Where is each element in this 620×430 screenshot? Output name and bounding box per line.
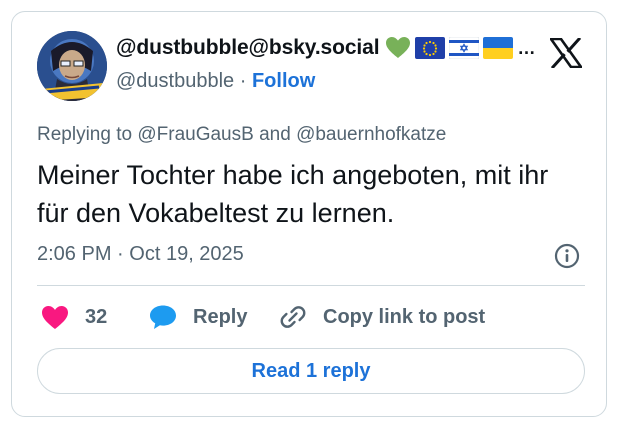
tweet-card: @dustbubble@bsky.social … @dustbubble · … (11, 11, 607, 417)
read-replies-button[interactable]: Read 1 reply (37, 348, 585, 394)
tweet-date: Oct 19, 2025 (129, 243, 244, 265)
copy-link-label: Copy link to post (323, 305, 486, 328)
reply-label: Reply (193, 305, 248, 328)
like-button[interactable]: 32 (41, 302, 107, 332)
avatar-image (37, 31, 107, 101)
green-heart-icon (385, 36, 411, 60)
tweet-timestamp[interactable]: 2:06 PM · Oct 19, 2025 (37, 243, 244, 266)
reply-button[interactable]: Reply (149, 302, 247, 332)
israel-flag-icon (449, 37, 480, 59)
timestamp-separator: · (117, 243, 124, 265)
author-name-line: @dustbubble@bsky.social … (116, 36, 535, 60)
divider (37, 285, 585, 286)
replying-to: Replying to @FrauGausB and @bauernhofkat… (37, 124, 446, 146)
like-count: 32 (85, 305, 108, 328)
info-icon[interactable] (554, 243, 580, 269)
replying-prefix: Replying to (37, 124, 133, 145)
handle-separator: · (239, 70, 247, 92)
eu-flag-icon (415, 37, 446, 59)
replying-joiner: and (259, 124, 291, 145)
follow-button[interactable]: Follow (252, 70, 315, 92)
link-icon (279, 303, 307, 331)
avatar[interactable] (37, 31, 107, 101)
mention-fraugausb[interactable]: @FrauGausB (137, 124, 253, 145)
copy-link-button[interactable]: Copy link to post (279, 302, 485, 332)
name-overflow-ellipsis: … (517, 37, 536, 58)
author-handle-line: @dustbubble · Follow (116, 70, 315, 93)
ukraine-flag-icon (483, 37, 514, 59)
author-handle[interactable]: @dustbubble (116, 70, 234, 92)
x-logo-icon[interactable] (549, 36, 583, 70)
tweet-time: 2:06 PM (37, 243, 112, 265)
mention-bauernhofkatze[interactable]: @bauernhofkatze (296, 124, 446, 145)
reply-bubble-icon (149, 304, 177, 330)
tweet-text: Meiner Tochter habe ich angeboten, mit i… (37, 160, 549, 228)
heart-icon (41, 305, 69, 330)
author-display-name[interactable]: @dustbubble@bsky.social (116, 36, 380, 60)
